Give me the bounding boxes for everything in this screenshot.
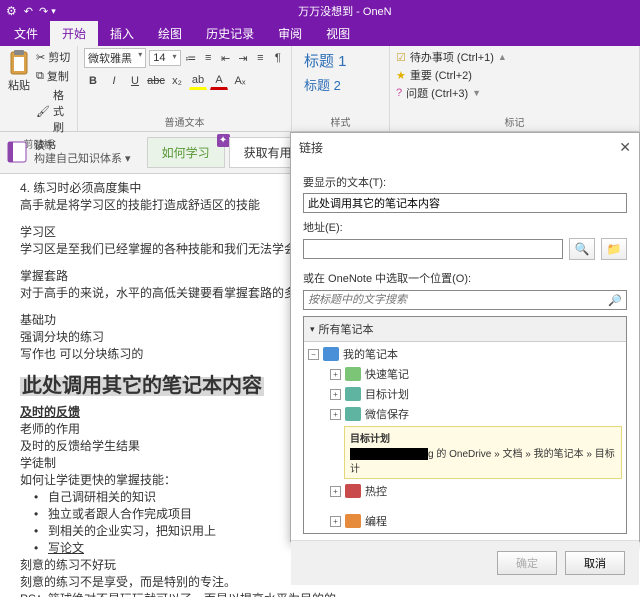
qat-undo-icon[interactable]: ↶ [24,5,33,18]
window-title: 万万没想到 - OneN [56,3,634,19]
menu-history[interactable]: 历史记录 [194,21,266,46]
strike-button[interactable]: abc [147,72,165,90]
style-heading1[interactable]: 标题 1 [298,48,383,73]
notebook-icon [323,347,339,361]
tab-section-1[interactable]: ✦如何学习 [147,137,225,168]
tree-node-section[interactable]: +微信保存 [308,404,622,424]
display-text-input[interactable] [303,193,627,213]
format-painter-button[interactable]: 🖌格式刷 [36,86,71,136]
folder-icon: 📁 [607,242,622,256]
search-icon[interactable]: 🔎 [604,291,626,309]
tree-node-section[interactable]: +热控 [308,481,622,501]
menu-home[interactable]: 开始 [50,21,98,46]
expand-icon[interactable]: + [330,369,341,380]
section-icon [345,387,361,401]
tree-root[interactable]: ▾所有笔记本 [304,317,626,342]
checkbox-icon: ☑ [396,51,406,64]
search-box[interactable]: 🔎 [303,290,627,310]
dialog-title: 链接 [299,139,323,156]
align-button[interactable]: ≡ [253,49,267,67]
tree-node-section[interactable]: +快速笔记 [308,364,622,384]
label-display-text: 要显示的文本(T): [303,174,627,190]
font-color-button[interactable]: A [210,72,228,90]
chevron-down-icon: ▾ [173,52,177,64]
clipboard-icon [8,50,30,76]
tag-important[interactable]: ★重要 (Ctrl+2) [396,66,633,84]
subscript-button[interactable]: x₂ [168,72,186,90]
underline-button[interactable]: U [126,72,144,90]
group-styles-label: 样式 [298,114,383,131]
group-basic-label: 普通文本 [84,114,285,131]
address-input[interactable] [303,239,563,259]
qat-redo-icon[interactable]: ↷ [39,5,48,18]
notebook-name[interactable]: 读书 [34,140,131,153]
font-name-combo[interactable]: 微软雅黑▾ [84,48,146,68]
highlight-button[interactable]: ab [189,72,207,90]
label-or-pick: 或在 OneNote 中选取一个位置(O): [303,270,627,286]
section-icon [345,407,361,421]
link-dialog: 链接 ✕ 要显示的文本(T): 地址(E): 🔍 📁 或在 OneNote 中选… [290,132,640,542]
clear-format-button[interactable]: Aₓ [231,72,249,90]
menu-draw[interactable]: 绘图 [146,21,194,46]
collapse-icon[interactable]: − [308,349,319,360]
location-tree[interactable]: ▾所有笔记本 −我的笔记本 +快速笔记 +目标计划 +微信保存 目标计划 g 的… [303,316,627,534]
browse-file-button[interactable]: 📁 [601,238,627,260]
section-icon [345,367,361,381]
breadcrumb[interactable]: 构建自己知识体系 ▾ [34,153,131,166]
paste-button[interactable]: 粘贴 [6,48,32,136]
copy-button[interactable]: ⧉复制 [36,67,71,85]
menu-view[interactable]: 视图 [314,21,362,46]
expand-icon[interactable]: + [330,516,341,527]
cut-button[interactable]: ✂剪切 [36,48,71,66]
browse-web-button[interactable]: 🔍 [569,238,595,260]
menu-file[interactable]: 文件 [2,21,50,46]
notebook-icon[interactable] [4,140,30,166]
star-icon: ★ [396,69,406,82]
paragraph-button[interactable]: ¶ [271,49,285,67]
question-icon: ? [396,87,402,99]
redacted-text [350,448,428,460]
section-icon [345,484,361,498]
tag-question[interactable]: ?问题 (Ctrl+3)▼ [396,84,633,102]
bullets-button[interactable]: ≔ [184,49,198,67]
menu-insert[interactable]: 插入 [98,21,146,46]
chevron-down-icon: ▾ [138,50,142,66]
bold-button[interactable]: B [84,72,102,90]
copy-icon: ⧉ [36,70,44,83]
ok-button[interactable]: 确定 [497,551,557,575]
group-tags-label: 标记 [396,114,633,131]
label-address: 地址(E): [303,219,627,235]
expand-icon[interactable]: + [330,486,341,497]
text-line: PS：篮球绝对不是玩玩就可以了，而是以提高水平为目的的。 [20,591,632,597]
tooltip: 目标计划 g 的 OneDrive » 文档 » 我的笔记本 » 目标计 [344,426,622,479]
tree-node-section[interactable]: +编程 [308,511,622,531]
tree-node-section[interactable]: +目标计划 [308,384,622,404]
outdent-button[interactable]: ⇤ [218,49,232,67]
cancel-button[interactable]: 取消 [565,551,625,575]
settings-icon[interactable]: ⚙ [6,4,17,18]
font-size-combo[interactable]: 14▾ [149,50,180,66]
menu-review[interactable]: 审阅 [266,21,314,46]
brush-icon: 🖌 [36,105,50,118]
selected-text[interactable]: 此处调用其它的笔记本内容 [20,377,264,396]
section-icon [345,514,361,528]
expand-icon[interactable]: + [330,389,341,400]
numbering-button[interactable]: ≡ [201,49,215,67]
globe-search-icon: 🔍 [575,242,590,256]
expand-icon[interactable]: + [330,409,341,420]
chevron-down-icon: ▾ [310,324,315,335]
italic-button[interactable]: I [105,72,123,90]
close-icon[interactable]: ✕ [619,139,631,156]
scissors-icon: ✂ [36,51,45,64]
indent-button[interactable]: ⇥ [236,49,250,67]
search-input[interactable] [304,291,604,309]
style-heading2[interactable]: 标题 2 [298,73,383,96]
tree-node-notebook[interactable]: −我的笔记本 [308,344,622,364]
tag-todo[interactable]: ☑待办事项 (Ctrl+1)▲ [396,48,633,66]
